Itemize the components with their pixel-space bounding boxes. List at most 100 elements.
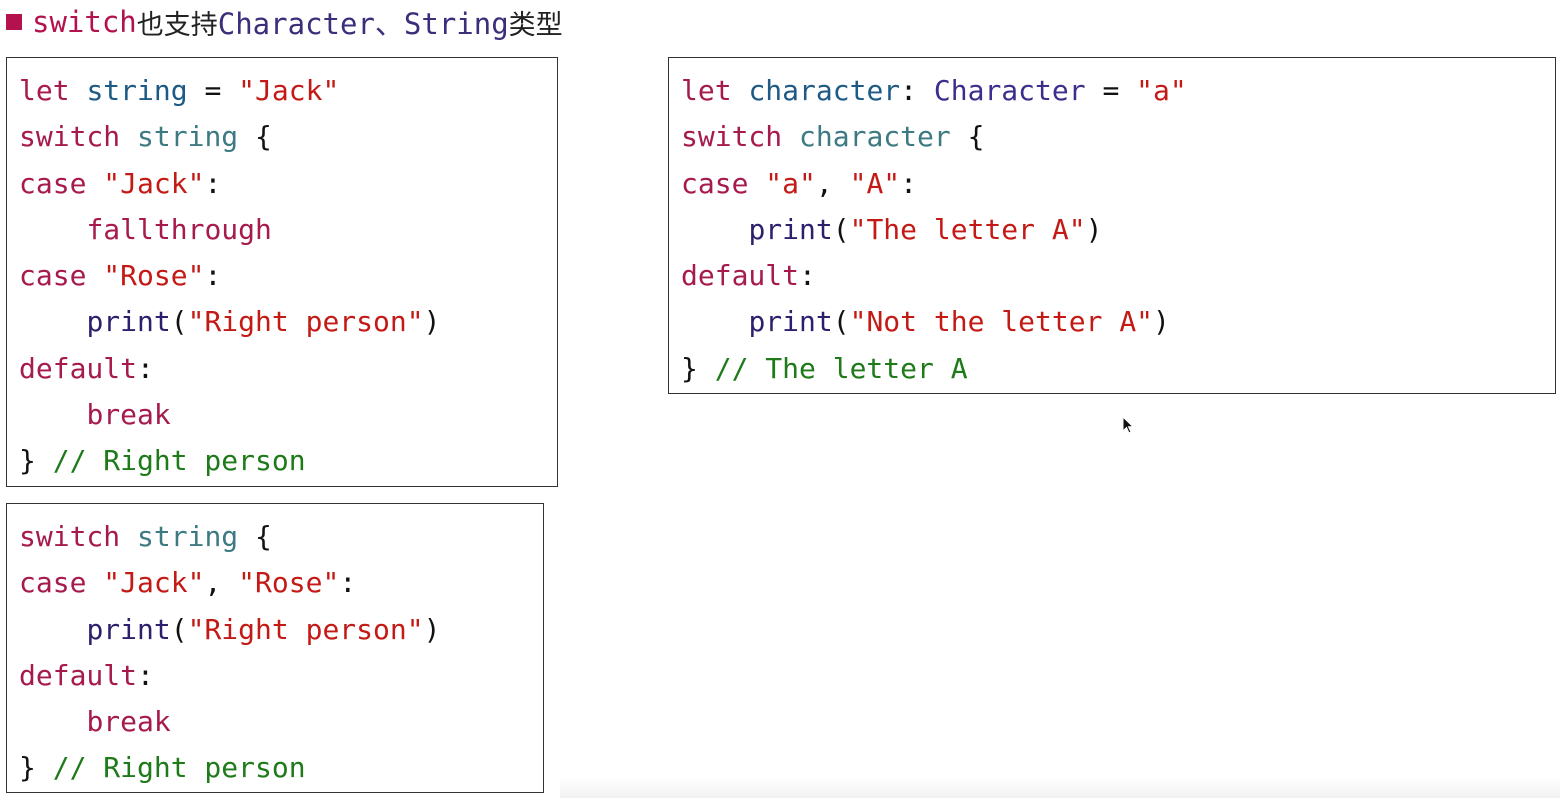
code-token: } [19,444,53,478]
code-token: , [204,566,239,600]
code-token: { [238,120,272,154]
code-line: case "Jack", "Rose": [19,560,543,606]
code-token: ) [423,612,441,646]
code-line: default: [681,253,1555,299]
code-line: let string = "Jack" [19,68,557,114]
code-token: { [950,120,985,154]
code-token: break [86,398,171,432]
code-token: character [748,74,901,107]
code-token: "The letter A" [849,212,1086,246]
code-token: , [815,166,850,200]
code-token: default [19,351,138,385]
code-token: "Rose" [103,259,205,293]
code-token: "A" [849,166,901,200]
code-token: : [204,259,222,293]
code-token: switch [19,520,121,553]
code-line: default: [19,346,557,392]
code-line: } // Right person [19,745,543,791]
arrow-cursor-icon [1122,416,1135,434]
code-line: print("Right person") [19,299,557,345]
code-token: Character [933,74,1086,107]
code-block-string-fallthrough: let string = "Jack" switch string {case "… [6,57,558,487]
code-token: break [86,705,171,739]
code-line: print("Right person") [19,607,543,653]
code-token: let [681,74,732,107]
code-token: string [86,74,188,107]
code-token: "Not the letter A" [849,305,1154,339]
code-token: // Right person [52,751,306,785]
code-token: "Jack" [103,566,205,600]
code-token: // Right person [52,444,306,478]
code-token: : [204,166,222,200]
heading-text-suffix: 类型 [508,9,563,41]
code-token: print [86,612,171,646]
code-token: case [19,566,87,600]
code-token: ) [1153,305,1170,339]
code-token: fallthrough [86,212,272,246]
bottom-shadow [560,778,1560,798]
code-token: "Rose" [238,566,340,600]
code-token: let [19,74,70,107]
code-token: "a" [1136,74,1187,107]
code-line: case "Rose": [19,253,557,299]
code-token: : [339,566,357,600]
code-token: "Jack" [238,74,340,107]
code-token: print [748,305,833,339]
code-token: = [187,74,239,107]
code-token: ( [170,612,188,646]
code-token: case [19,166,87,200]
code-token: default [681,259,800,293]
code-token: string [137,120,239,154]
code-line: break [19,392,557,438]
code-token: ( [832,212,850,246]
code-line: switch character { [681,114,1555,160]
code-token: = [1085,74,1137,107]
code-line: default: [19,653,543,699]
code-token: default [19,658,138,692]
code-token: "Right person" [187,305,424,339]
heading-types: Character、String [217,7,509,41]
code-block-character: let character: Character = "a" switch cha… [668,57,1556,394]
code-line: switch string { [19,114,557,160]
code-token: case [19,259,87,293]
code-line: switch string { [19,514,543,560]
code-token: // The letter A [714,351,968,385]
code-token: "Right person" [187,612,424,646]
code-token: } [19,751,53,785]
code-line: case "a", "A": [681,161,1555,207]
code-line: } // The letter A [681,346,1555,392]
code-token: "a" [765,166,816,200]
code-token: switch [681,120,783,154]
bullet-square-icon [6,14,22,30]
code-token: case [681,166,749,200]
code-block-string-multi-case: switch string {case "Jack", "Rose": prin… [6,503,544,793]
code-token: : [900,74,934,107]
code-token: ) [423,305,441,339]
code-token: { [238,520,272,553]
code-line: break [19,699,543,745]
code-token: ( [170,305,188,339]
code-token: switch [19,120,121,154]
code-token: : [799,259,816,293]
code-line: case "Jack": [19,161,557,207]
code-token: } [681,351,715,385]
code-token: print [86,305,171,339]
code-line: fallthrough [19,207,557,253]
code-token: ( [832,305,850,339]
code-token: string [137,520,239,553]
code-token: : [900,166,918,200]
heading-text-middle: 也支持 [136,9,218,41]
code-line: let character: Character = "a" [681,68,1555,114]
